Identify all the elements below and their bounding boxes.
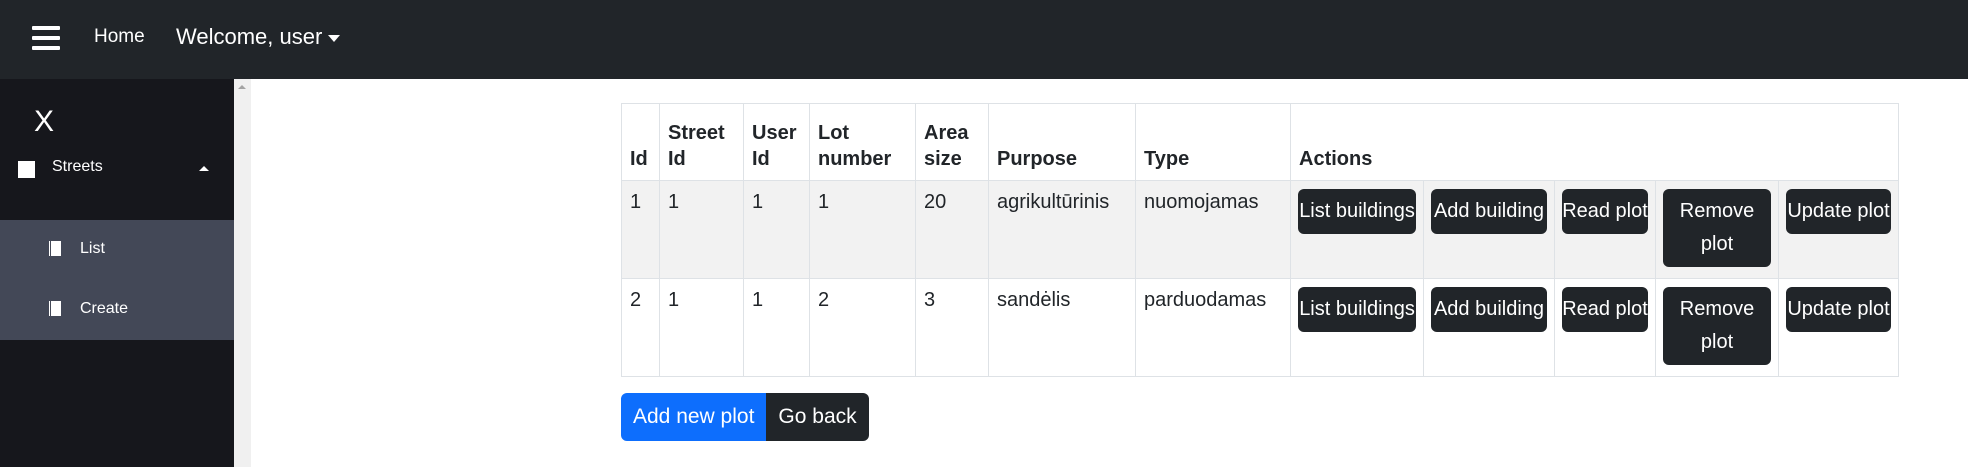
cell-area-size: 3 — [915, 278, 989, 377]
cell-purpose: agrikultūrinis — [988, 180, 1136, 279]
close-icon[interactable]: X — [34, 105, 54, 139]
update-plot-button[interactable]: Update plot — [1786, 287, 1891, 332]
add-building-button[interactable]: Add building — [1431, 287, 1547, 332]
cell-action: Read plot — [1554, 278, 1656, 377]
add-new-plot-button[interactable]: Add new plot — [621, 393, 767, 441]
cell-area-size: 20 — [915, 180, 989, 279]
read-plot-button[interactable]: Read plot — [1562, 189, 1648, 234]
table-header-row: Id Street Id User Id Lot number Area siz… — [621, 103, 1899, 181]
sidebar-item-label: List — [80, 240, 105, 257]
table-row: 2 1 1 2 3 sandėlis parduodamas List buil… — [621, 278, 1899, 377]
user-dropdown-label: Welcome, user — [176, 24, 323, 49]
caret-up-icon — [199, 166, 209, 171]
sidebar-item-streets[interactable]: Streets — [0, 138, 234, 198]
cell-action: Read plot — [1554, 180, 1656, 279]
cell-action: Update plot — [1778, 180, 1899, 279]
header-area-size: Area size — [915, 103, 989, 181]
sidebar-item-label: Create — [80, 300, 129, 317]
scrollbar[interactable] — [234, 79, 251, 467]
bottom-actions: Add new plot Go back — [621, 393, 869, 441]
cell-action: List buildings — [1290, 180, 1424, 279]
nav-home-link[interactable]: Home — [94, 26, 145, 48]
go-back-button[interactable]: Go back — [766, 393, 869, 441]
top-navbar: Home Welcome, user — [0, 0, 1968, 79]
add-building-button[interactable]: Add building — [1431, 189, 1547, 234]
plots-table: Id Street Id User Id Lot number Area siz… — [621, 103, 1899, 377]
cell-type: parduodamas — [1135, 278, 1291, 377]
cell-action: Remove plot — [1655, 278, 1779, 377]
cell-action: Remove plot — [1655, 180, 1779, 279]
sidebar-item-create[interactable]: Create — [0, 280, 234, 340]
cell-user-id: 1 — [743, 180, 810, 279]
header-street-id: Street Id — [659, 103, 744, 181]
sidebar-item-list[interactable]: List — [0, 220, 234, 280]
header-type: Type — [1135, 103, 1291, 181]
cell-id: 2 — [621, 278, 660, 377]
list-buildings-button[interactable]: List buildings — [1298, 189, 1416, 234]
cell-lot-number: 1 — [809, 180, 916, 279]
sidebar-item-label: Streets — [52, 158, 103, 175]
sidebar: X Streets List Create — [0, 79, 234, 467]
cell-action: Update plot — [1778, 278, 1899, 377]
hamburger-menu-icon[interactable] — [32, 26, 60, 50]
cell-street-id: 1 — [659, 278, 744, 377]
user-dropdown[interactable]: Welcome, user — [176, 24, 341, 50]
header-actions: Actions — [1290, 103, 1899, 181]
cell-lot-number: 2 — [809, 278, 916, 377]
scroll-up-arrow-icon[interactable] — [238, 85, 246, 89]
cell-street-id: 1 — [659, 180, 744, 279]
remove-plot-button[interactable]: Remove plot — [1663, 189, 1771, 267]
caret-down-icon — [328, 34, 341, 42]
document-icon — [48, 301, 61, 316]
cell-purpose: sandėlis — [988, 278, 1136, 377]
list-buildings-button[interactable]: List buildings — [1298, 287, 1416, 332]
header-user-id: User Id — [743, 103, 810, 181]
cell-user-id: 1 — [743, 278, 810, 377]
cell-id: 1 — [621, 180, 660, 279]
update-plot-button[interactable]: Update plot — [1786, 189, 1891, 234]
document-icon — [48, 241, 61, 256]
map-icon — [18, 161, 35, 178]
table-row: 1 1 1 1 20 agrikultūrinis nuomojamas Lis… — [621, 180, 1899, 279]
remove-plot-button[interactable]: Remove plot — [1663, 287, 1771, 365]
cell-action: Add building — [1423, 180, 1555, 279]
read-plot-button[interactable]: Read plot — [1562, 287, 1648, 332]
header-lot-number: Lot number — [809, 103, 916, 181]
header-purpose: Purpose — [988, 103, 1136, 181]
cell-type: nuomojamas — [1135, 180, 1291, 279]
cell-action: List buildings — [1290, 278, 1424, 377]
header-id: Id — [621, 103, 660, 181]
cell-action: Add building — [1423, 278, 1555, 377]
